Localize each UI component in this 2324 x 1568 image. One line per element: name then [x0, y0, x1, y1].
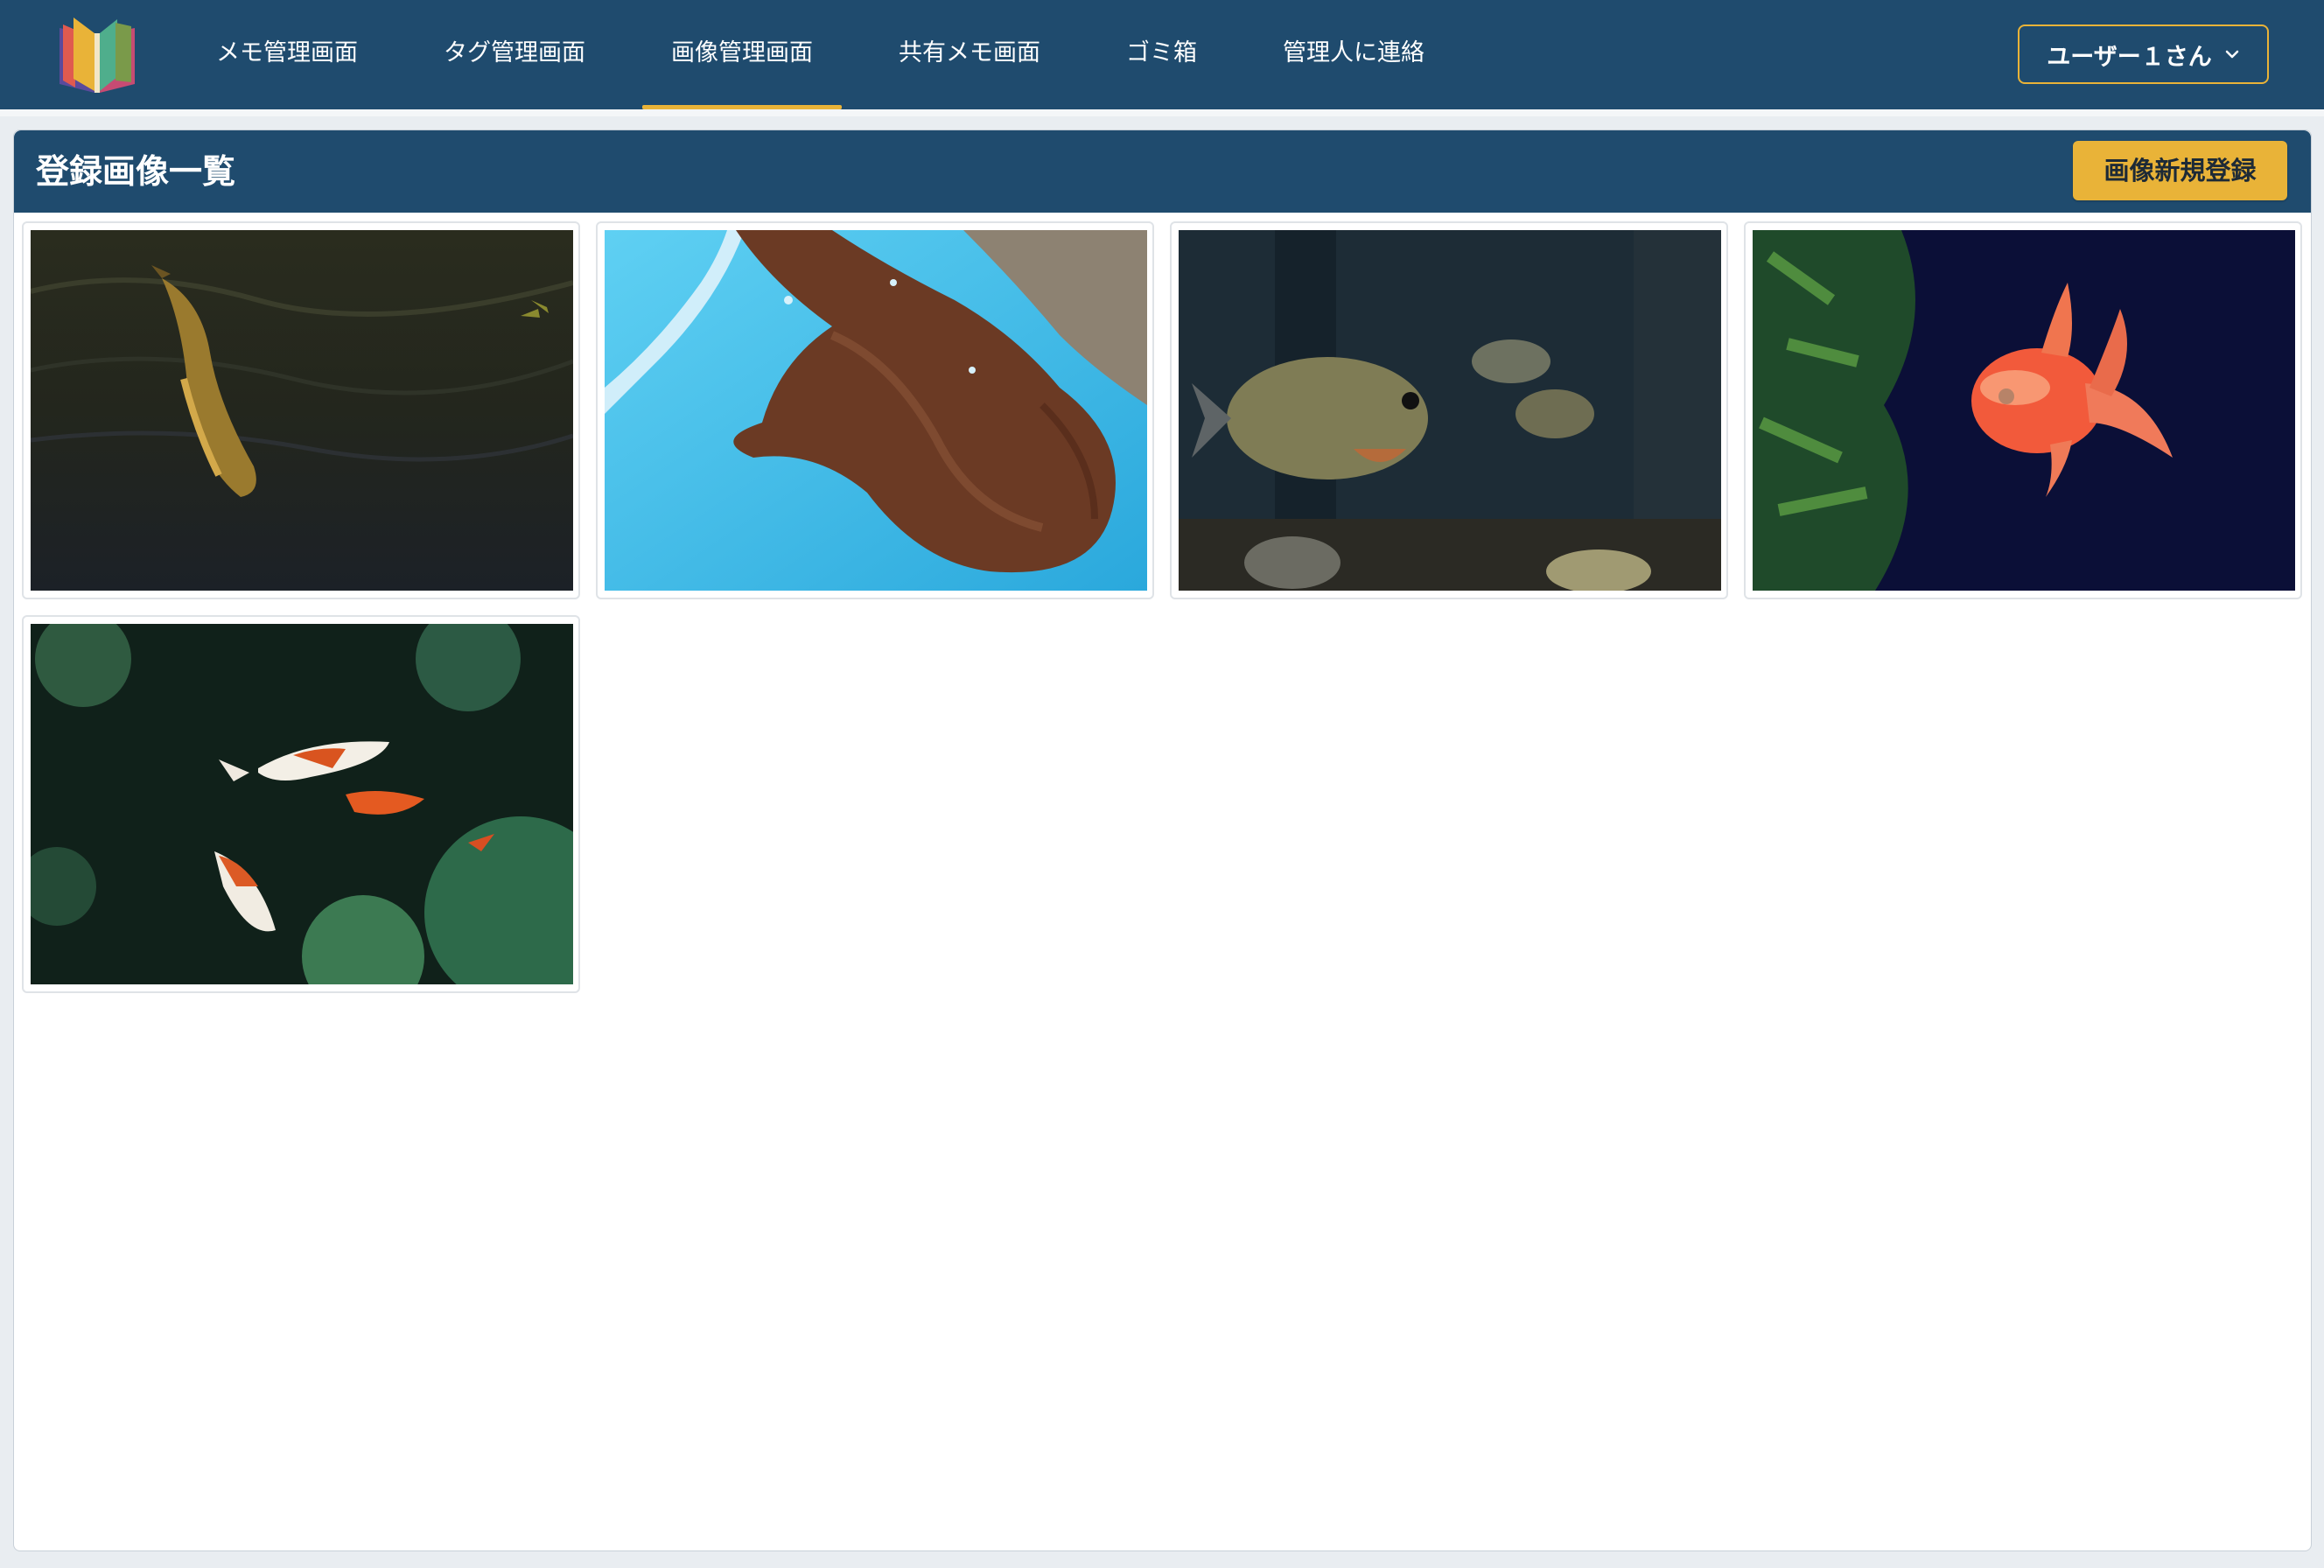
nav-image-management[interactable]: 画像管理画面 [642, 0, 842, 109]
nav-tag-management[interactable]: タグ管理画面 [415, 0, 614, 109]
image-card[interactable] [22, 221, 580, 599]
user-menu-button[interactable]: ユーザー１さん [2018, 24, 2269, 84]
nav-memo-management[interactable]: メモ管理画面 [187, 0, 387, 109]
top-navbar: メモ管理画面 タグ管理画面 画像管理画面 共有メモ画面 ゴミ箱 管理人に連絡 ユ… [0, 0, 2324, 109]
image-thumbnail-koi [31, 230, 573, 591]
nav-contact-admin[interactable]: 管理人に連絡 [1254, 0, 1453, 109]
chevron-down-icon [2225, 50, 2238, 59]
nav-shared-memo[interactable]: 共有メモ画面 [870, 0, 1069, 109]
image-card[interactable] [596, 221, 1154, 599]
panel-header: 登録画像一覧 画像新規登録 [14, 130, 2311, 213]
image-list-panel: 登録画像一覧 画像新規登録 [13, 130, 2312, 1551]
image-card[interactable] [1170, 221, 1728, 599]
nav-trash[interactable]: ゴミ箱 [1097, 0, 1226, 109]
image-thumbnail-anglerfish [605, 230, 1147, 591]
image-thumbnail-koi-group [31, 624, 573, 984]
page-title: 登録画像一覧 [36, 152, 236, 191]
book-logo-icon[interactable] [54, 14, 140, 94]
image-thumbnail-piranha [1179, 230, 1721, 591]
register-new-image-button[interactable]: 画像新規登録 [2073, 141, 2287, 200]
main-nav: メモ管理画面 タグ管理画面 画像管理画面 共有メモ画面 ゴミ箱 管理人に連絡 [187, 0, 1481, 109]
navbar-divider [0, 109, 2324, 116]
image-thumbnail-goldfish [1753, 230, 2295, 591]
user-menu-label: ユーザー１さん [2047, 43, 2212, 71]
image-card[interactable] [22, 615, 580, 993]
image-card[interactable] [1744, 221, 2302, 599]
